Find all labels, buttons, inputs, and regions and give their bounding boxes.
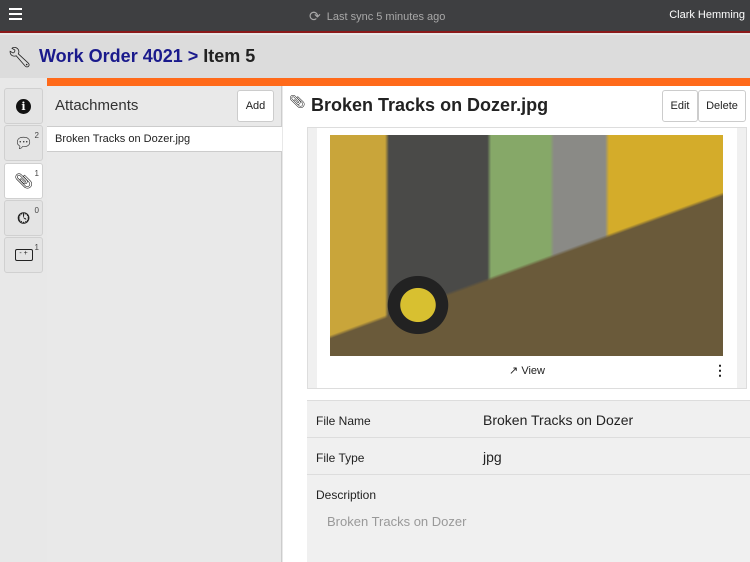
attachments-count: 1 (34, 169, 39, 178)
view-label: View (521, 365, 545, 377)
comment-icon: 💬︎ (13, 135, 34, 152)
clock-icon: 🕓︎ (17, 209, 30, 227)
sync-status[interactable]: ⟳ Last sync 5 minutes ago (309, 8, 445, 25)
attachment-list-item[interactable]: Broken Tracks on Dozer.jpg (47, 126, 282, 152)
view-button[interactable]: ↗ View (317, 364, 737, 377)
attachments-title: Attachments (55, 97, 139, 114)
description-value[interactable]: Broken Tracks on Dozer (327, 514, 466, 529)
tab-time[interactable]: 🕓︎ 0 (4, 200, 43, 236)
info-icon: i (16, 98, 31, 114)
attachments-panel: Attachments Add Broken Tracks on Dozer.j… (47, 86, 282, 562)
edit-button[interactable]: Edit (662, 90, 698, 122)
more-options-icon[interactable]: ⋮ (713, 362, 727, 379)
tab-info[interactable]: i (4, 88, 43, 124)
paperclip-icon: 📎︎ (13, 173, 34, 190)
attachment-title: Broken Tracks on Dozer.jpg (311, 95, 549, 115)
sync-text: Last sync 5 minutes ago (326, 10, 446, 23)
field-label: File Type (316, 451, 365, 465)
page-header: 🔧︎ Work Order 4021 > Item 5 (0, 35, 750, 78)
field-value: jpg (483, 449, 502, 465)
field-description: Description Broken Tracks on Dozer (307, 474, 750, 562)
field-label: Description (316, 488, 377, 502)
breadcrumb-work-order[interactable]: Work Order 4021 (39, 46, 183, 66)
image-card: ↗ View ⋮ (307, 127, 747, 389)
field-file-type: File Type jpg (307, 437, 750, 474)
external-link-icon: ↗ (509, 365, 519, 377)
sync-icon: ⟳ (309, 8, 321, 24)
tab-parts[interactable]: - +1 (4, 237, 43, 273)
hamburger-menu-icon[interactable] (9, 8, 22, 20)
tab-comments[interactable]: 💬︎ 2 (4, 125, 43, 161)
parts-count: 1 (34, 243, 39, 252)
tab-attachments[interactable]: 📎︎ 1 (4, 163, 43, 199)
add-button[interactable]: Add (237, 90, 274, 122)
paperclip-icon: 📎︎ (289, 94, 306, 109)
field-file-name: File Name Broken Tracks on Dozer (307, 400, 750, 437)
comments-count: 2 (34, 131, 39, 140)
top-bar: ⟳ Last sync 5 minutes ago Clark Hemming (0, 0, 750, 33)
attachment-image[interactable] (330, 135, 723, 356)
breadcrumb-item: Item 5 (203, 46, 256, 66)
attachment-detail: 📎︎ Broken Tracks on Dozer.jpg Edit Delet… (283, 86, 750, 562)
user-name[interactable]: Clark Hemming (669, 9, 745, 21)
field-value: Broken Tracks on Dozer (483, 412, 634, 428)
time-count: 0 (34, 206, 39, 215)
breadcrumb: Work Order 4021 > Item 5 (39, 46, 255, 67)
field-label: File Name (316, 414, 371, 428)
wrench-icon: 🔧︎ (7, 47, 33, 69)
delete-button[interactable]: Delete (698, 90, 746, 122)
accent-bar (47, 78, 750, 86)
battery-icon: - + (14, 249, 33, 261)
breadcrumb-separator: > (187, 46, 199, 66)
